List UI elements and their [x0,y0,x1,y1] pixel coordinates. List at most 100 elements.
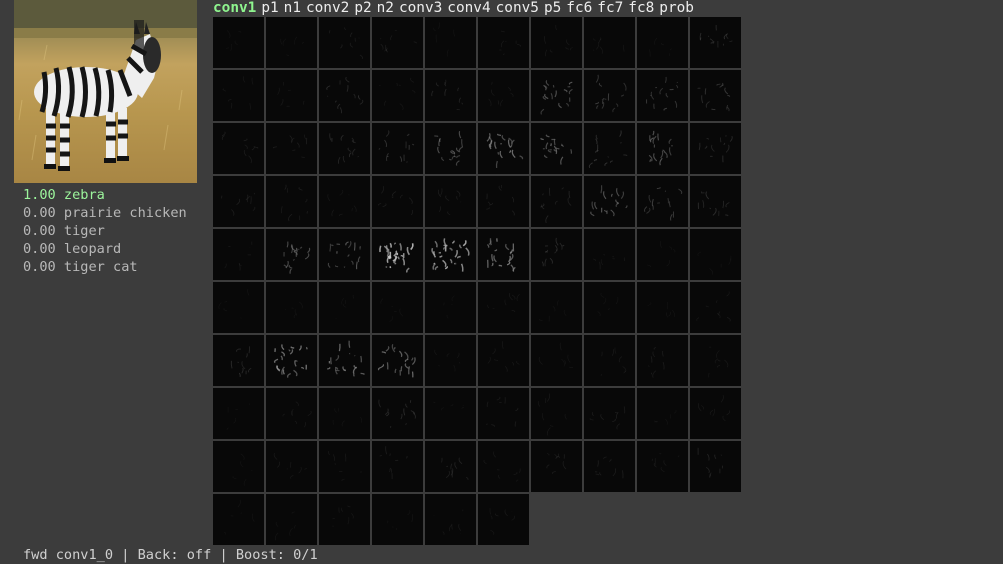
filter-cell[interactable] [478,494,529,545]
tab-p2[interactable]: p2 [354,0,376,17]
tab-conv4[interactable]: conv4 [447,0,495,17]
filter-cell[interactable] [213,229,264,280]
filter-cell[interactable] [372,176,423,227]
tab-conv1[interactable]: conv1 [213,0,261,17]
filter-cell[interactable] [319,388,370,439]
filter-cell[interactable] [584,282,635,333]
filter-cell[interactable] [637,229,688,280]
filter-cell[interactable] [372,494,423,545]
filter-cell[interactable] [266,70,317,121]
filter-cell[interactable] [425,388,476,439]
filter-cell[interactable] [319,494,370,545]
filter-cell[interactable] [690,388,741,439]
tab-fc8[interactable]: fc8 [628,0,659,17]
filter-cell[interactable] [319,229,370,280]
filter-cell[interactable] [637,17,688,68]
filter-cell[interactable] [266,176,317,227]
filter-cell[interactable] [425,335,476,386]
filter-cell[interactable] [319,70,370,121]
filter-cell[interactable] [584,441,635,492]
filter-cell[interactable] [425,282,476,333]
filter-cell[interactable] [372,335,423,386]
filter-cell[interactable] [266,388,317,439]
filter-cell[interactable] [478,388,529,439]
filter-cell[interactable] [531,17,582,68]
tab-conv2[interactable]: conv2 [306,0,354,17]
filter-cell[interactable] [425,123,476,174]
filter-cell[interactable] [266,494,317,545]
filter-cell[interactable] [478,123,529,174]
filter-cell[interactable] [531,335,582,386]
filter-cell[interactable] [213,494,264,545]
filter-cell[interactable] [584,176,635,227]
filter-cell[interactable] [531,441,582,492]
filter-cell[interactable] [266,441,317,492]
filter-cell[interactable] [478,229,529,280]
filter-cell[interactable] [425,229,476,280]
filter-cell[interactable] [584,335,635,386]
filter-cell[interactable] [690,176,741,227]
filter-cell[interactable] [213,176,264,227]
filter-cell[interactable] [690,441,741,492]
tab-n2[interactable]: n2 [377,0,399,17]
filter-cell[interactable] [584,229,635,280]
filter-cell[interactable] [478,17,529,68]
filter-cell[interactable] [637,176,688,227]
filter-cell[interactable] [531,70,582,121]
filter-cell[interactable] [531,229,582,280]
filter-cell[interactable] [690,123,741,174]
filter-cell[interactable] [266,123,317,174]
filter-cell[interactable] [372,17,423,68]
filter-cell[interactable] [213,335,264,386]
filter-cell[interactable] [637,335,688,386]
filter-cell[interactable] [531,282,582,333]
filter-cell[interactable] [266,282,317,333]
filter-cell[interactable] [690,282,741,333]
filter-cell[interactable] [584,388,635,439]
filter-cell[interactable] [372,229,423,280]
tab-fc6[interactable]: fc6 [566,0,597,17]
tab-p1[interactable]: p1 [261,0,283,17]
filter-cell[interactable] [266,229,317,280]
filter-cell[interactable] [266,335,317,386]
filter-cell[interactable] [213,441,264,492]
filter-cell[interactable] [372,70,423,121]
filter-cell[interactable] [478,282,529,333]
filter-cell[interactable] [637,123,688,174]
filter-cell[interactable] [319,176,370,227]
filter-cell[interactable] [425,17,476,68]
filter-cell[interactable] [690,17,741,68]
tab-p5[interactable]: p5 [544,0,566,17]
filter-cell[interactable] [319,17,370,68]
tab-conv3[interactable]: conv3 [399,0,447,17]
filter-cell[interactable] [478,335,529,386]
filter-cell[interactable] [213,17,264,68]
filter-cell[interactable] [690,335,741,386]
filter-cell[interactable] [372,123,423,174]
filter-cell[interactable] [478,70,529,121]
filter-cell[interactable] [584,17,635,68]
filter-cell[interactable] [319,123,370,174]
filter-cell[interactable] [637,70,688,121]
filter-cell[interactable] [425,70,476,121]
filter-cell[interactable] [584,70,635,121]
filter-cell[interactable] [637,388,688,439]
filter-cell[interactable] [425,176,476,227]
filter-cell[interactable] [531,388,582,439]
filter-cell[interactable] [425,494,476,545]
filter-cell[interactable] [637,282,688,333]
tab-conv5[interactable]: conv5 [496,0,544,17]
filter-cell[interactable] [478,176,529,227]
filter-cell[interactable] [266,17,317,68]
filter-cell[interactable] [690,229,741,280]
tab-fc7[interactable]: fc7 [597,0,628,17]
filter-cell[interactable] [372,441,423,492]
filter-cell[interactable] [531,123,582,174]
filter-cell[interactable] [478,441,529,492]
filter-cell[interactable] [584,123,635,174]
filter-cell[interactable] [372,282,423,333]
filter-cell[interactable] [213,282,264,333]
filter-cell[interactable] [425,441,476,492]
filter-cell[interactable] [213,123,264,174]
filter-cell[interactable] [213,388,264,439]
